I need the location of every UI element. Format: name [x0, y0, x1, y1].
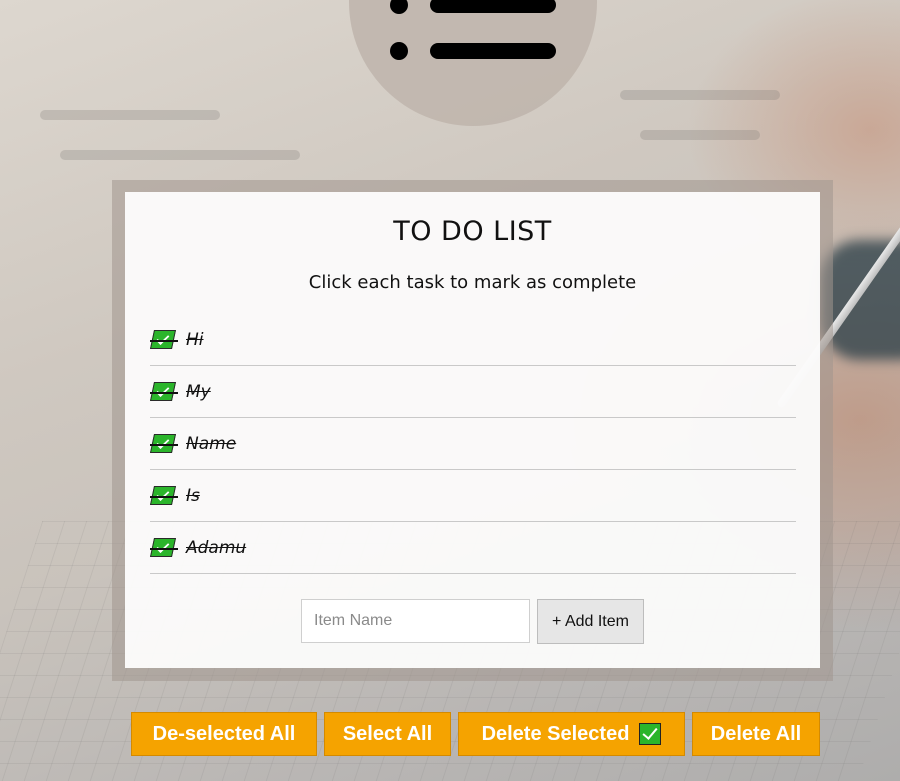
delete-all-button[interactable]: Delete All — [692, 712, 820, 756]
todo-card: TO DO LIST Click each task to mark as co… — [125, 192, 820, 668]
todo-item-label: Adamu — [186, 537, 247, 558]
todo-item-label: Hi — [186, 329, 204, 350]
todo-item-label: Is — [186, 485, 200, 506]
item-name-input[interactable] — [301, 599, 530, 643]
deselect-all-button[interactable]: De-selected All — [131, 712, 317, 756]
todo-item[interactable]: Adamu — [149, 522, 796, 574]
delete-selected-label: Delete Selected — [481, 722, 630, 745]
select-all-label: Select All — [342, 722, 433, 745]
todo-item-label: My — [186, 381, 211, 402]
delete-all-label: Delete All — [710, 722, 802, 745]
page-title: TO DO LIST — [393, 216, 552, 247]
instructions-text: Click each task to mark as complete — [308, 272, 637, 293]
todo-item[interactable]: Name — [149, 418, 796, 470]
todo-item[interactable]: Is — [149, 470, 796, 522]
checkbox-checked-icon — [639, 723, 662, 745]
deselect-all-label: De-selected All — [152, 722, 296, 745]
todo-item[interactable]: My — [149, 366, 796, 418]
todo-list: Hi My Name Is Adamu — [149, 314, 796, 574]
todo-item-label: Name — [186, 433, 237, 454]
select-all-button[interactable]: Select All — [324, 712, 451, 756]
delete-selected-button[interactable]: Delete Selected — [458, 712, 685, 756]
todo-item[interactable]: Hi — [149, 314, 796, 366]
add-item-button[interactable]: + Add Item — [537, 599, 644, 644]
